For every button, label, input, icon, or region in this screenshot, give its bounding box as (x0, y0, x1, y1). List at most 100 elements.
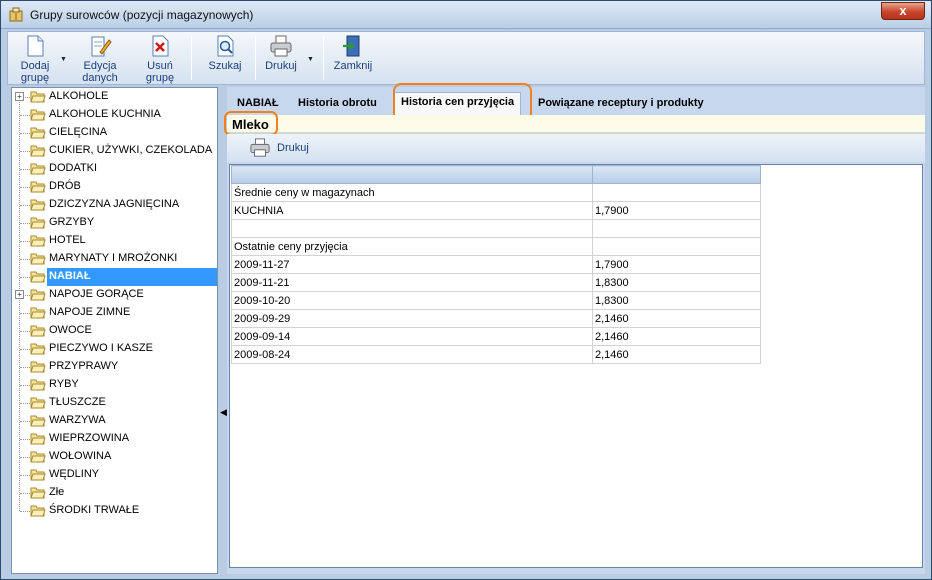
table-row[interactable]: 2009-09-14 2,1460 (231, 327, 761, 346)
close-window-button[interactable]: x (881, 2, 925, 20)
tree-connector-line (20, 259, 30, 260)
tree-connector-line (20, 511, 30, 512)
tree-item[interactable]: GRZYBY (12, 214, 217, 232)
tree-item[interactable]: MARYNATY I MROŻONKI (12, 250, 217, 268)
tree-item[interactable]: CUKIER, UŻYWKI, CZEKOLADA (12, 142, 217, 160)
cell-price: 2,1460 (592, 327, 761, 346)
main-toolbar: Dodaj grupę ▼ Edycja danych Usuń grupę S… (7, 31, 925, 85)
tab-related-recipes[interactable]: Powiązane receptury i produkty (538, 94, 704, 115)
tab-turnover-history[interactable]: Historia obrotu (298, 94, 377, 115)
delete-document-icon (152, 35, 169, 57)
table-row[interactable] (231, 219, 761, 238)
tree-item[interactable]: ŚRODKI TRWAŁE (12, 502, 217, 520)
tree-item[interactable]: DODATKI (12, 160, 217, 178)
table-row[interactable]: 2009-09-29 2,1460 (231, 309, 761, 328)
tree-item-label: WIEPRZOWINA (49, 432, 130, 444)
tree-connector-line (20, 475, 30, 476)
search-icon (217, 35, 234, 57)
tree-item[interactable]: OWOCE (12, 322, 217, 340)
tree-item[interactable]: WIEPRZOWINA (12, 430, 217, 448)
tree-item[interactable]: WĘDLINY (12, 466, 217, 484)
folder-icon (30, 109, 46, 121)
table-row[interactable]: 2009-10-20 1,8300 (231, 291, 761, 310)
tree-item-label: ALKOHOLE (49, 90, 109, 102)
table-row[interactable]: Średnie ceny w magazynach (231, 183, 761, 202)
tree-item[interactable]: DZICZYZNA JAGNIĘCINA (12, 196, 217, 214)
folder-icon (30, 181, 46, 193)
tree-item[interactable]: CIELĘCINA (12, 124, 217, 142)
tree-item[interactable]: + NAPOJE GORĄCE (12, 286, 217, 304)
search-button[interactable]: Szukaj (202, 34, 248, 84)
tree-connector-line (20, 277, 30, 278)
tree-item[interactable]: NAPOJE ZIMNE (12, 304, 217, 322)
folder-icon (30, 217, 46, 229)
cell-description: 2009-09-29 (231, 309, 593, 328)
folder-icon (30, 289, 46, 301)
folder-icon (30, 343, 46, 355)
add-group-label-1: Dodaj (20, 60, 50, 72)
tree-item[interactable]: PRZYPRAWY (12, 358, 217, 376)
cell-price: 1,8300 (592, 273, 761, 292)
cell-description: 2009-10-20 (231, 291, 593, 310)
folder-icon (30, 127, 46, 139)
delete-group-button[interactable]: Usuń grupę (138, 34, 182, 84)
folder-icon (30, 199, 46, 211)
details-panel: NABIAŁ Historia obrotu Historia cen przy… (224, 83, 925, 574)
table-row[interactable]: KUCHNIA 1,7900 (231, 201, 761, 220)
cell-price: 1,7900 (592, 255, 761, 274)
tree-item[interactable]: DRÓB (12, 178, 217, 196)
group-tree[interactable]: + ALKOHOLE ALKOHOLE KUCHNIA CIELĘCINA CUKIER… (11, 87, 218, 574)
panel-splitter[interactable]: ◀ (219, 87, 227, 574)
table-row[interactable]: 2009-11-21 1,8300 (231, 273, 761, 292)
expand-icon[interactable]: + (15, 92, 24, 101)
tree-item[interactable]: WOŁOWINA (12, 448, 217, 466)
cell-description: 2009-11-21 (231, 273, 593, 292)
tree-connector-line (20, 151, 30, 152)
folder-icon (30, 271, 46, 283)
add-group-button[interactable]: Dodaj grupę (12, 34, 58, 84)
tree-connector-line (20, 367, 30, 368)
title-bar: Grupy surowców (pozycji magazynowych) x (1, 1, 931, 29)
tree-item[interactable]: + ALKOHOLE (12, 88, 217, 106)
table-row[interactable]: Ostatnie ceny przyjęcia (231, 237, 761, 256)
tree-item-label: NAPOJE ZIMNE (49, 306, 131, 318)
edit-data-button[interactable]: Edycja danych (74, 34, 126, 84)
tree-item[interactable]: RYBY (12, 376, 217, 394)
column-header-description[interactable] (231, 165, 593, 184)
folder-icon (30, 397, 46, 409)
edit-document-icon (91, 36, 112, 57)
cell-description: 2009-08-24 (231, 345, 593, 364)
tree-item[interactable]: WARZYWA (12, 412, 217, 430)
tree-item[interactable]: NABIAŁ (12, 268, 217, 286)
tree-item-label: NAPOJE GORĄCE (49, 288, 144, 300)
tree-item[interactable]: TŁUSZCZE (12, 394, 217, 412)
expand-icon[interactable]: + (15, 290, 24, 299)
tree-item-label: ALKOHOLE KUCHNIA (49, 108, 161, 120)
tree-item[interactable]: PIECZYWO I KASZE (12, 340, 217, 358)
tree-item-label: CUKIER, UŻYWKI, CZEKOLADA (49, 144, 213, 156)
table-row[interactable]: 2009-08-24 2,1460 (231, 345, 761, 364)
tree-connector-line (20, 421, 30, 422)
tree-connector-line (20, 223, 30, 224)
printer-icon[interactable] (249, 138, 271, 158)
price-history-grid[interactable]: Średnie ceny w magazynach KUCHNIA 1,7900 Os… (229, 164, 923, 568)
column-header-price[interactable] (592, 165, 761, 184)
print-label: Drukuj (265, 60, 297, 72)
grid-print-button[interactable]: Drukuj (277, 142, 309, 154)
tree-item[interactable]: Złe (12, 484, 217, 502)
print-button[interactable]: Drukuj (260, 34, 302, 84)
table-body: Średnie ceny w magazynach KUCHNIA 1,7900 Os… (231, 183, 761, 364)
tree-item[interactable]: ALKOHOLE KUCHNIA (12, 106, 217, 124)
tree-item-label: OWOCE (49, 324, 92, 336)
folder-icon (30, 307, 46, 319)
add-dropdown-arrow-icon[interactable]: ▼ (60, 56, 67, 63)
toolbar-separator (191, 36, 192, 80)
collapse-left-icon[interactable]: ◀ (220, 407, 227, 418)
print-dropdown-arrow-icon[interactable]: ▼ (307, 56, 314, 63)
tree-item[interactable]: HOTEL (12, 232, 217, 250)
close-button[interactable]: Zamknij (330, 34, 376, 84)
table-row[interactable]: 2009-11-27 1,7900 (231, 255, 761, 274)
tree-connector-line (20, 169, 30, 170)
folder-icon (30, 415, 46, 427)
tree-connector-line (20, 493, 30, 494)
